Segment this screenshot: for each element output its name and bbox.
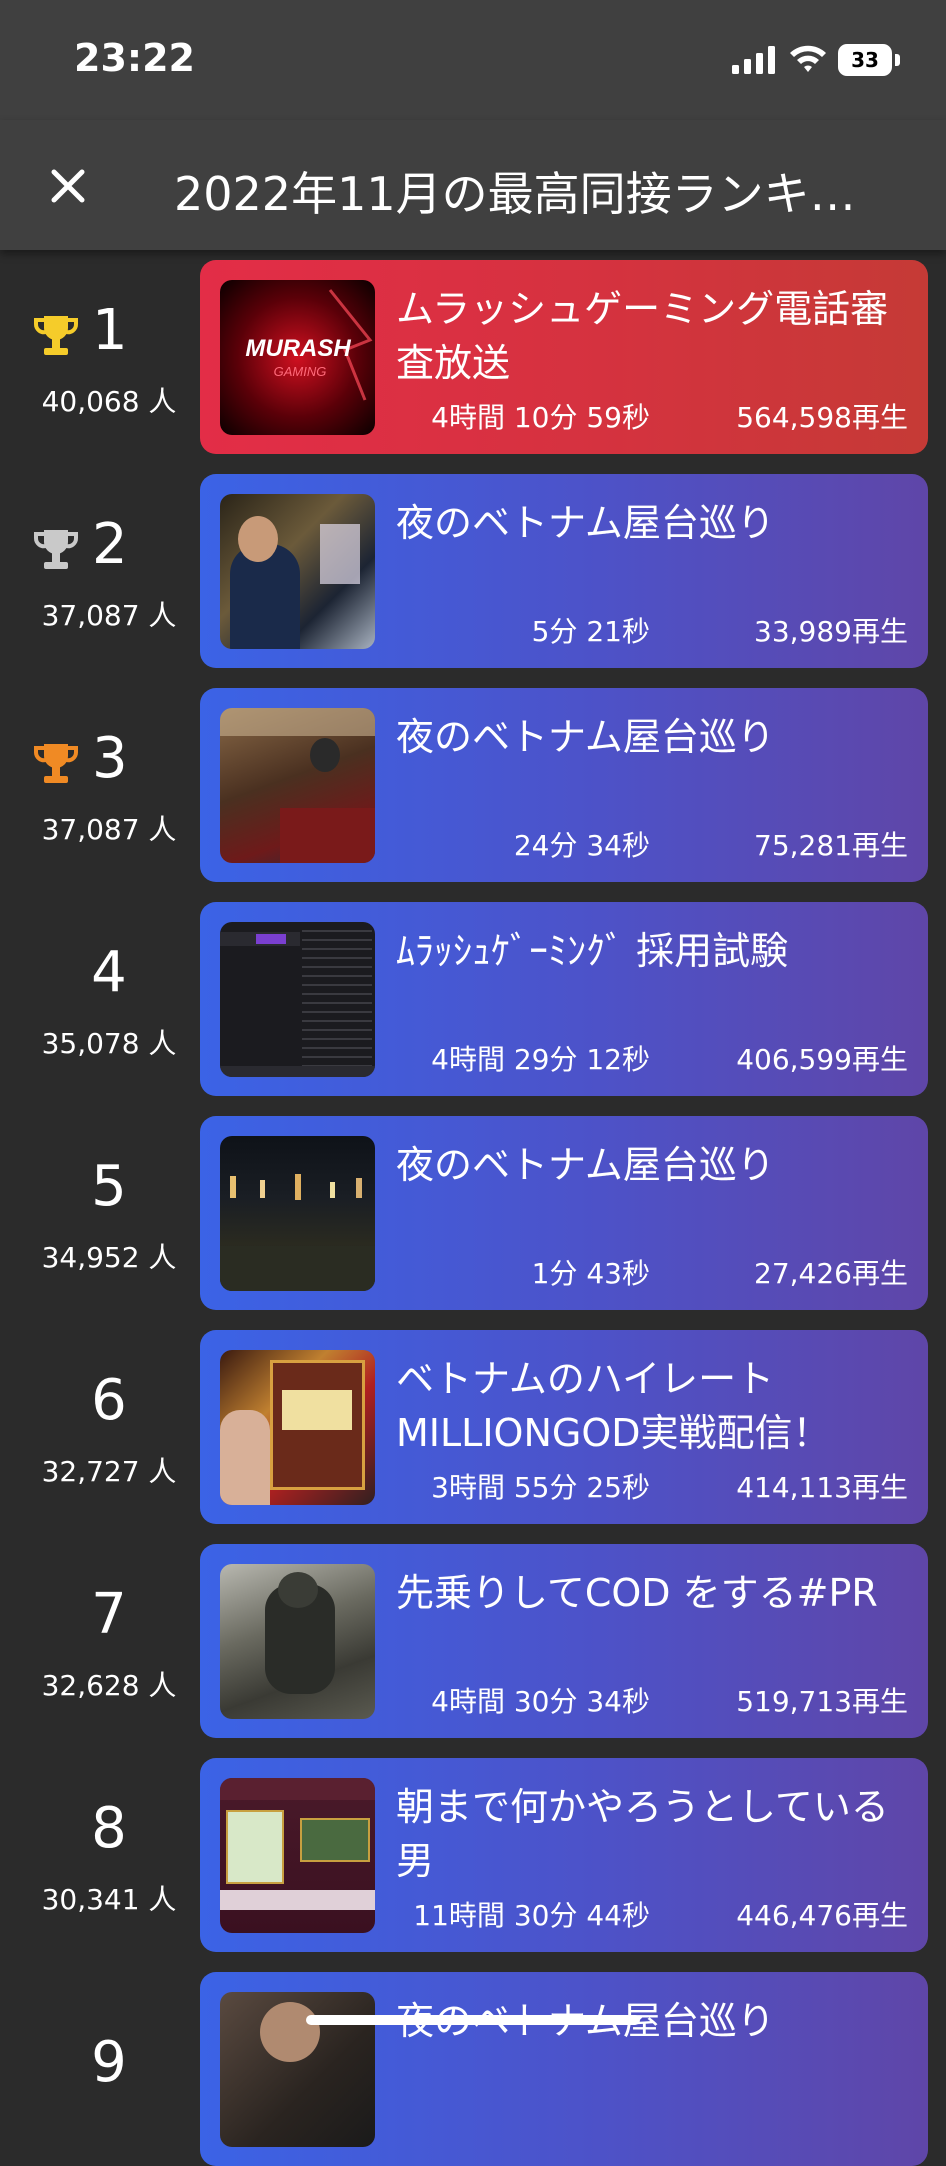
- stream-card[interactable]: 夜のベトナム屋台巡り 24分 34秒 75,281再生: [200, 688, 928, 882]
- stream-duration: 3時間 55分 25秒: [431, 1471, 650, 1504]
- status-time: 23:22: [74, 36, 195, 80]
- ranking-row: 3 37,087 人 夜のベトナム屋台巡り 24分 34秒 75,281再生: [0, 686, 946, 882]
- ranking-row: 6 32,727 人 ベトナムのハイレート MILLIONGOD実戦配信！ 3時…: [0, 1328, 946, 1524]
- rank-number: 4: [91, 940, 127, 1005]
- viewer-count: 40,068 人: [41, 385, 177, 418]
- stream-title: ムラッシュゲーミング電話審査放送: [396, 287, 889, 385]
- stream-duration: 11時間 30分 44秒: [413, 1899, 650, 1932]
- stream-duration: 4時間 30分 34秒: [431, 1685, 650, 1718]
- stream-thumbnail: [220, 1564, 375, 1719]
- rank-block: 2 37,087 人: [0, 472, 200, 668]
- cellular-signal-icon: [732, 46, 775, 74]
- gold-trophy-icon: [34, 316, 78, 355]
- murash-logo-text: MURASH: [245, 335, 351, 362]
- stream-title: 朝まで何かやろうとしている男: [396, 1785, 889, 1883]
- ranking-row: 1 40,068 人 MURASH GAMING ムラッシュゲーミング電話審査放…: [0, 258, 946, 454]
- stream-thumbnail: [220, 922, 375, 1077]
- rank-block: 6 32,727 人: [0, 1328, 200, 1524]
- close-icon[interactable]: [40, 158, 96, 214]
- bronze-trophy-icon: [34, 744, 78, 783]
- ranking-row: 7 32,628 人 先乗りしてCOD をする#PR 4時間 30分 34秒 5…: [0, 1542, 946, 1738]
- viewer-count: 34,952 人: [41, 1241, 177, 1274]
- stream-thumbnail: [220, 708, 375, 863]
- stream-title: ﾑﾗｯｼｭｹﾞｰﾐﾝｸﾞ 採用試験: [396, 929, 789, 973]
- ranking-row: 8 30,341 人 朝まで何かやろうとしている男 11時間 30分 44秒 4…: [0, 1756, 946, 1952]
- rank-block: 9: [0, 1970, 200, 2166]
- rank-number: 1: [92, 298, 128, 363]
- header: 2022年11月の最高同接ランキ…: [0, 120, 946, 250]
- stream-card[interactable]: 夜のベトナム屋台巡り: [200, 1972, 928, 2166]
- rank-number: 9: [91, 2030, 127, 2095]
- ranking-row: 9 夜のベトナム屋台巡り: [0, 1970, 946, 2166]
- stream-title: 先乗りしてCOD をする#PR: [396, 1571, 878, 1615]
- rank-number: 5: [91, 1154, 127, 1219]
- stream-duration: 5分 21秒: [531, 615, 650, 648]
- play-count: 27,426再生: [754, 1257, 908, 1290]
- stream-duration: 24分 34秒: [513, 829, 650, 862]
- stream-title: 夜のベトナム屋台巡り: [396, 501, 775, 545]
- home-indicator[interactable]: [306, 2015, 640, 2025]
- rank-number: 6: [91, 1368, 127, 1433]
- rank-number: 3: [92, 726, 128, 791]
- ranking-row: 5 34,952 人 夜のベトナム屋台巡り 1分 43秒 27,426再生: [0, 1114, 946, 1310]
- gaming-logo-text: GAMING: [274, 364, 327, 379]
- battery-icon: 33: [838, 44, 900, 76]
- status-bar: 23:22 33: [0, 0, 946, 120]
- rank-number: 7: [91, 1582, 127, 1647]
- play-count: 75,281再生: [754, 829, 908, 862]
- page-title: 2022年11月の最高同接ランキ…: [174, 167, 856, 221]
- viewer-count: 32,628 人: [41, 1669, 177, 1702]
- battery-level: 33: [838, 44, 892, 76]
- viewer-count: 37,087 人: [41, 813, 177, 846]
- rank-number: 2: [92, 512, 128, 577]
- rank-block: 7 32,628 人: [0, 1542, 200, 1738]
- play-count: 406,599再生: [736, 1043, 908, 1076]
- stream-duration: 4時間 29分 12秒: [431, 1043, 650, 1076]
- viewer-count: 30,341 人: [41, 1883, 177, 1916]
- stream-card[interactable]: ベトナムのハイレート MILLIONGOD実戦配信！ 3時間 55分 25秒 4…: [200, 1330, 928, 1524]
- rank-block: 3 37,087 人: [0, 686, 200, 882]
- stream-card[interactable]: 朝まで何かやろうとしている男 11時間 30分 44秒 446,476再生: [200, 1758, 928, 1952]
- stream-card[interactable]: 夜のベトナム屋台巡り 1分 43秒 27,426再生: [200, 1116, 928, 1310]
- viewer-count: 37,087 人: [41, 599, 177, 632]
- rank-block: 5 34,952 人: [0, 1114, 200, 1310]
- play-count: 414,113再生: [736, 1471, 908, 1504]
- stream-duration: 4時間 10分 59秒: [431, 401, 650, 434]
- viewer-count: 35,078 人: [41, 1027, 177, 1060]
- stream-thumbnail: [220, 1136, 375, 1291]
- stream-thumbnail: [220, 1350, 375, 1505]
- wifi-icon: [790, 45, 826, 72]
- play-count: 519,713再生: [736, 1685, 908, 1718]
- rank-block: 1 40,068 人: [0, 258, 200, 454]
- rank-number: 8: [91, 1796, 127, 1861]
- stream-duration: 1分 43秒: [531, 1257, 650, 1290]
- silver-trophy-icon: [34, 530, 78, 569]
- stream-card[interactable]: 夜のベトナム屋台巡り 5分 21秒 33,989再生: [200, 474, 928, 668]
- stream-card[interactable]: 先乗りしてCOD をする#PR 4時間 30分 34秒 519,713再生: [200, 1544, 928, 1738]
- stream-title: 夜のベトナム屋台巡り: [396, 1143, 775, 1187]
- ranking-row: 4 35,078 人 ﾑﾗｯｼｭｹﾞｰﾐﾝｸﾞ 採用試験 4時間 29分 12秒…: [0, 900, 946, 1096]
- ranking-row: 2 37,087 人 夜のベトナム屋台巡り 5分 21秒 33,989再生: [0, 472, 946, 668]
- play-count: 564,598再生: [736, 401, 908, 434]
- stream-title: ベトナムのハイレート MILLIONGOD実戦配信！: [396, 1357, 831, 1455]
- viewer-count: 32,727 人: [41, 1455, 177, 1488]
- stream-card[interactable]: ﾑﾗｯｼｭｹﾞｰﾐﾝｸﾞ 採用試験 4時間 29分 12秒 406,599再生: [200, 902, 928, 1096]
- play-count: 446,476再生: [736, 1899, 908, 1932]
- rank-block: 4 35,078 人: [0, 900, 200, 1096]
- stream-title: 夜のベトナム屋台巡り: [396, 715, 775, 759]
- rank-block: 8 30,341 人: [0, 1756, 200, 1952]
- stream-thumbnail: [220, 1778, 375, 1933]
- stream-card[interactable]: MURASH GAMING ムラッシュゲーミング電話審査放送 4時間 10分 5…: [200, 260, 928, 454]
- play-count: 33,989再生: [754, 615, 908, 648]
- stream-thumbnail: [220, 494, 375, 649]
- stream-thumbnail: MURASH GAMING: [220, 280, 375, 435]
